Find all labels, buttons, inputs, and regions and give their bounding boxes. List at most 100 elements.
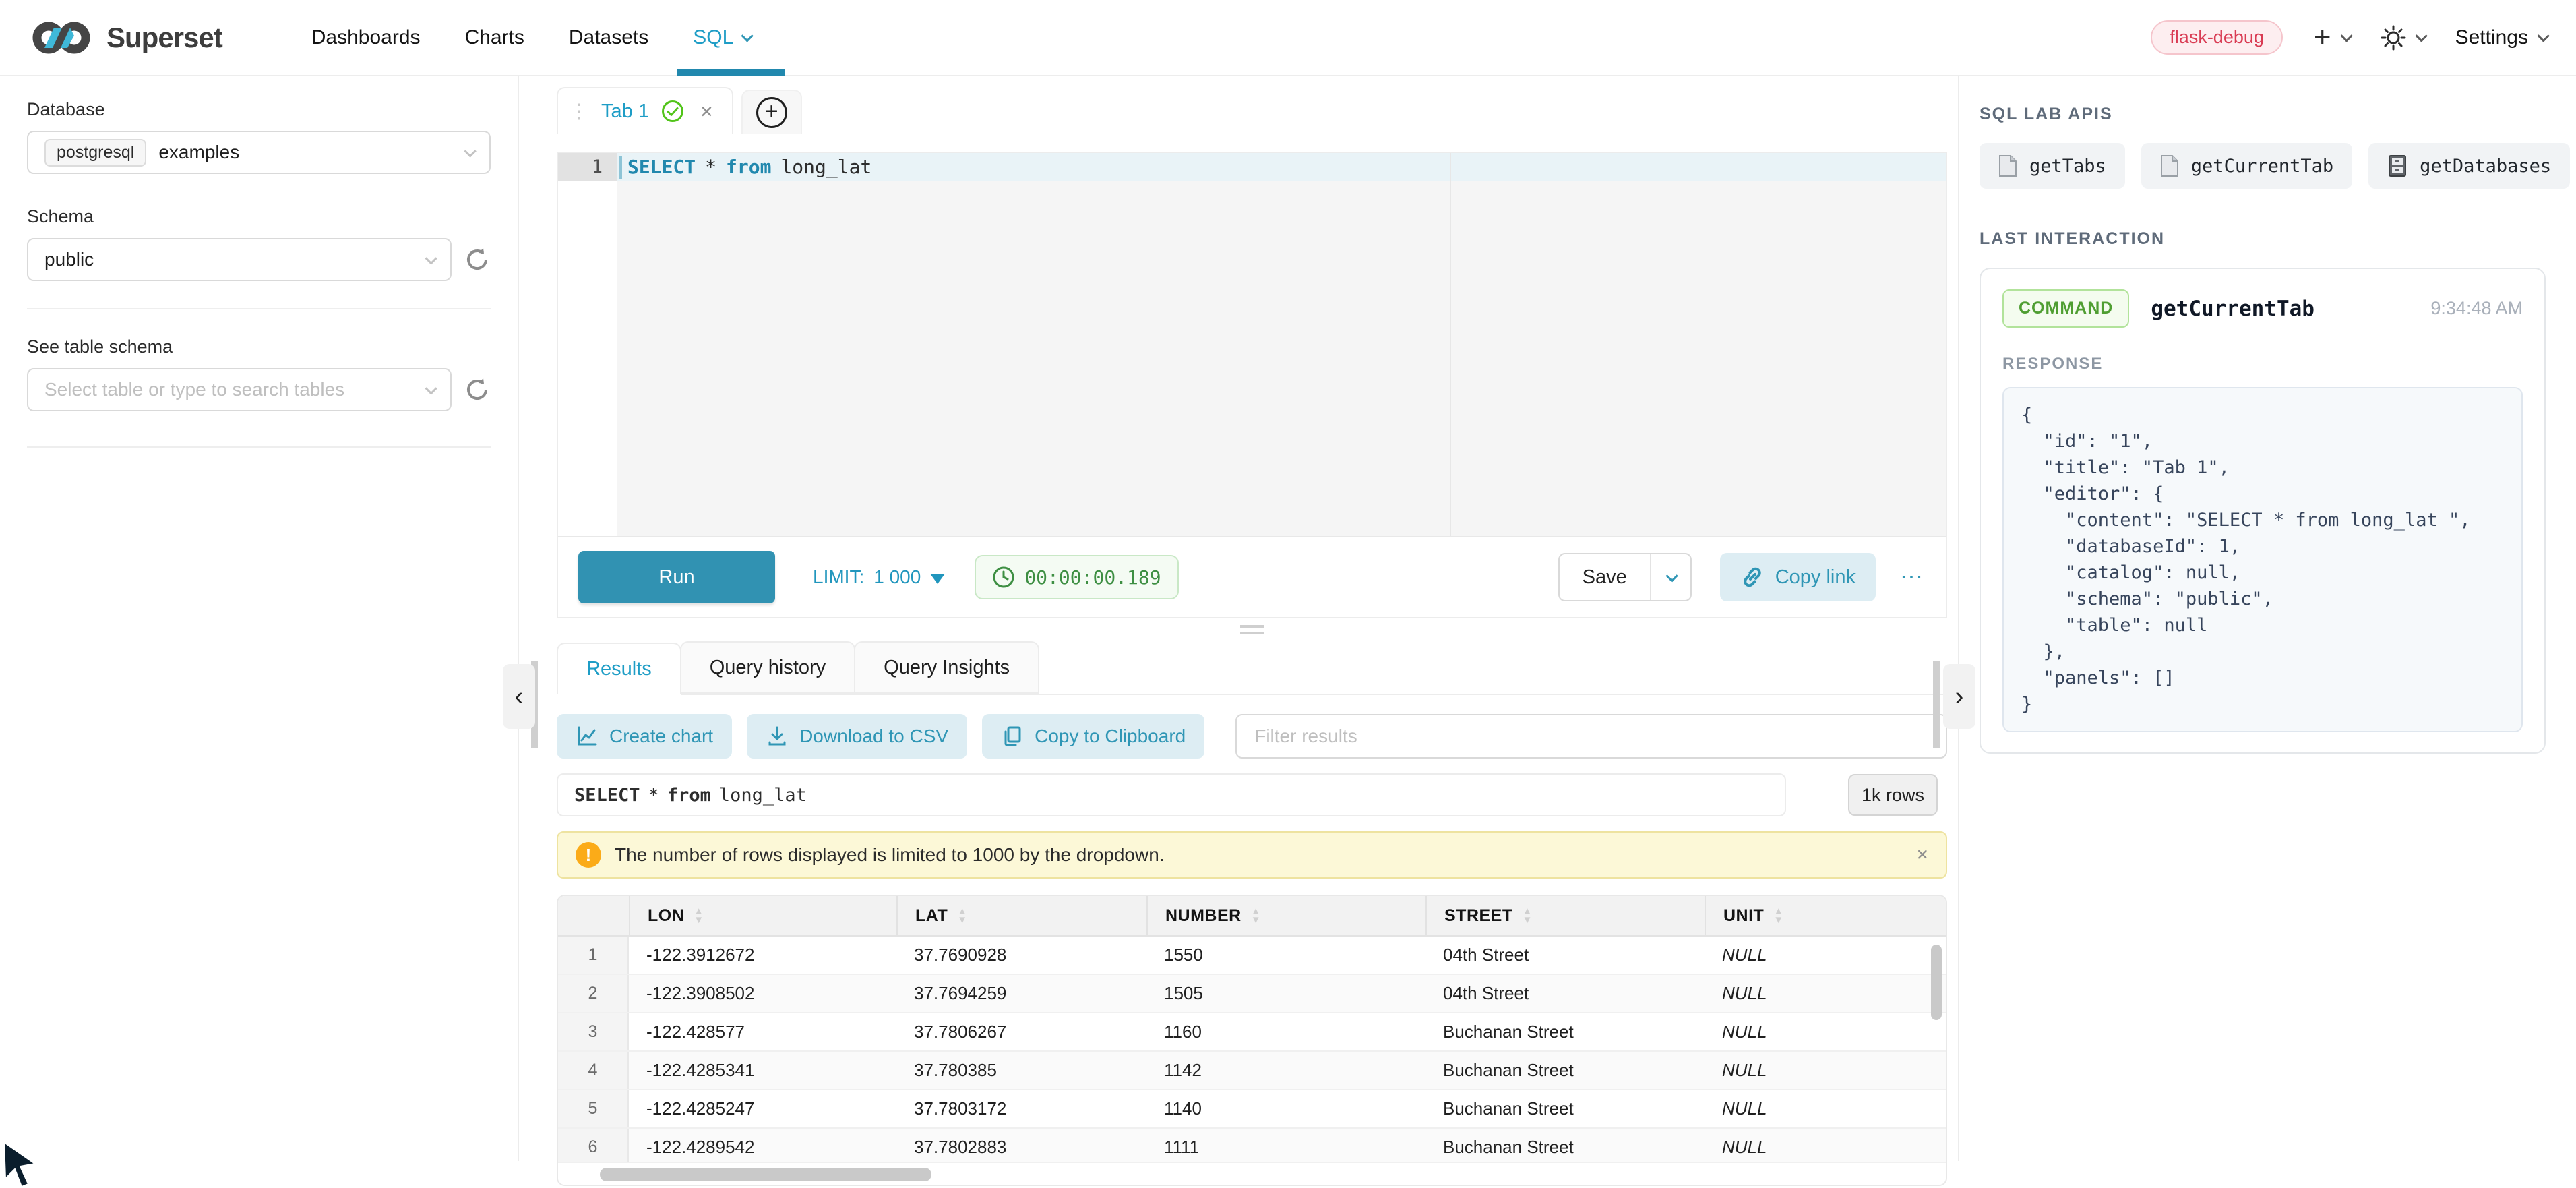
tab-query-insights[interactable]: Query Insights — [854, 641, 1039, 694]
new-item-button[interactable]: + — [2314, 24, 2350, 51]
sort-icon[interactable]: ▲▼ — [1251, 907, 1261, 924]
infinity-logo-icon — [30, 18, 94, 57]
tab-results[interactable]: Results — [557, 643, 681, 695]
download-csv-button[interactable]: Download to CSV — [747, 714, 967, 759]
run-query-button[interactable]: Run — [578, 551, 775, 603]
limit-label: LIMIT: — [813, 566, 864, 588]
gettabs-button[interactable]: getTabs — [1980, 143, 2125, 189]
command-name: getCurrentTab — [2151, 297, 2314, 321]
getdatabases-button[interactable]: getDatabases — [2368, 143, 2570, 189]
cell-unit: NULL — [1705, 975, 1946, 1012]
column-header-lat[interactable]: LAT ▲▼ — [896, 896, 1146, 935]
cell-street: 04th Street — [1425, 937, 1705, 974]
superset-logo[interactable]: Superset — [30, 18, 222, 57]
close-tab-icon[interactable]: × — [700, 99, 713, 124]
close-warning-icon[interactable]: × — [1916, 843, 1928, 866]
theme-toggle-button[interactable] — [2381, 25, 2424, 51]
editor-code-area[interactable]: SELECT * from long_lat — [617, 153, 1946, 536]
table-row[interactable]: 1 -122.3912672 37.7690928 1550 04th Stre… — [558, 937, 1946, 975]
sidebar-divider — [27, 308, 491, 309]
tab-query-history[interactable]: Query history — [680, 641, 855, 694]
database-select[interactable]: postgresql examples — [27, 131, 491, 174]
nav-sql[interactable]: SQL — [693, 0, 750, 76]
column-header-street[interactable]: STREET ▲▼ — [1425, 896, 1705, 935]
database-value: examples — [158, 142, 464, 163]
getcurrenttab-button[interactable]: getCurrentTab — [2141, 143, 2352, 189]
table-horizontal-scrollbar[interactable] — [558, 1162, 1946, 1185]
expand-panel-button[interactable]: › — [1943, 664, 1975, 729]
schema-value: public — [44, 249, 425, 270]
cell-lon: -122.4289542 — [629, 1129, 896, 1166]
sql-keyword: from — [726, 153, 771, 181]
column-header-lon[interactable]: LON ▲▼ — [629, 896, 896, 935]
plus-icon: + — [2314, 24, 2331, 51]
row-number: 4 — [558, 1052, 629, 1089]
column-label: LAT — [915, 906, 948, 926]
editor-tab-1[interactable]: ⋮ Tab 1 × — [557, 87, 733, 134]
chevron-down-icon — [2415, 30, 2427, 42]
sql-lab-api-panel: SQL LAB APIS getTabs getCurrentTab — [1958, 76, 2576, 1161]
row-number: 2 — [558, 975, 629, 1012]
clock-icon — [992, 566, 1015, 589]
filter-results-input[interactable] — [1235, 714, 1947, 759]
nav-dashboards[interactable]: Dashboards — [311, 26, 421, 49]
pane-scrollbar[interactable] — [1933, 661, 1940, 748]
cell-lon: -122.3908502 — [629, 975, 896, 1012]
schema-select[interactable]: public — [27, 238, 452, 281]
more-options-icon[interactable]: ⋯ — [1900, 564, 1926, 591]
save-dropdown-toggle[interactable] — [1650, 554, 1690, 600]
sqllab-left-sidebar: Database postgresql examples Schema publ… — [0, 76, 519, 1161]
editor-toolbar: Run LIMIT: 1 000 00:00:00.189 Save — [558, 537, 1946, 617]
scrollbar-thumb[interactable] — [600, 1168, 931, 1181]
sort-icon[interactable]: ▲▼ — [1523, 907, 1533, 924]
column-header-unit[interactable]: UNIT ▲▼ — [1705, 896, 1946, 935]
save-query-button[interactable]: Save — [1558, 553, 1692, 601]
table-row[interactable]: 2 -122.3908502 37.7694259 1505 04th Stre… — [558, 975, 1946, 1013]
cell-number: 1550 — [1146, 937, 1425, 974]
drag-handle-icon[interactable]: ⋮ — [569, 100, 589, 123]
table-row[interactable]: 4 -122.4285341 37.780385 1142 Buchanan S… — [558, 1052, 1946, 1090]
cell-lat: 37.780385 — [896, 1052, 1146, 1089]
new-tab-button[interactable]: + — [741, 90, 802, 134]
link-icon — [1740, 565, 1765, 589]
cell-lat: 37.7803172 — [896, 1090, 1146, 1127]
response-json: { "id": "1", "title": "Tab 1", "editor":… — [2002, 387, 2523, 732]
sql-editor-panel: ⋮ Tab 1 × + 1 — [519, 76, 1958, 1161]
corner-cell — [558, 896, 629, 935]
settings-menu[interactable]: Settings — [2455, 26, 2546, 49]
collapse-sidebar-button[interactable]: ‹ — [503, 664, 535, 729]
table-select[interactable]: Select table or type to search tables — [27, 368, 452, 411]
create-chart-button[interactable]: Create chart — [557, 714, 732, 759]
timer-value: 00:00:00.189 — [1024, 566, 1161, 589]
results-tabbar: Results Query history Query Insights — [557, 641, 1947, 695]
limit-dropdown[interactable]: LIMIT: 1 000 — [813, 566, 945, 588]
pane-resize-handle[interactable] — [557, 618, 1947, 641]
table-row[interactable]: 5 -122.4285247 37.7803172 1140 Buchanan … — [558, 1090, 1946, 1129]
copy-link-button[interactable]: Copy link — [1720, 553, 1876, 601]
cell-unit: NULL — [1705, 1052, 1946, 1089]
sql-keyword: SELECT — [574, 785, 640, 806]
sort-icon[interactable]: ▲▼ — [957, 907, 967, 924]
query-timer: 00:00:00.189 — [975, 555, 1178, 599]
sort-icon[interactable]: ▲▼ — [1773, 907, 1783, 924]
editor-tab-title: Tab 1 — [601, 100, 649, 123]
sort-icon[interactable]: ▲▼ — [694, 907, 704, 924]
table-vertical-scrollbar[interactable] — [1931, 945, 1942, 1020]
refresh-schema-icon[interactable] — [464, 246, 491, 273]
cell-lat: 37.7806267 — [896, 1013, 1146, 1050]
nav-datasets[interactable]: Datasets — [569, 26, 648, 49]
environment-badge: flask-debug — [2151, 20, 2283, 55]
api-button-label: getDatabases — [2420, 156, 2551, 177]
column-header-number[interactable]: NUMBER ▲▼ — [1146, 896, 1425, 935]
row-number: 3 — [558, 1013, 629, 1050]
download-icon — [766, 725, 789, 748]
cell-unit: NULL — [1705, 937, 1946, 974]
nav-charts[interactable]: Charts — [465, 26, 524, 49]
copy-clipboard-label: Copy to Clipboard — [1035, 725, 1186, 747]
table-row[interactable]: 3 -122.428577 37.7806267 1160 Buchanan S… — [558, 1013, 1946, 1052]
cell-number: 1140 — [1146, 1090, 1425, 1127]
copy-link-label: Copy link — [1775, 566, 1856, 589]
sql-code-editor[interactable]: 1 SELECT * from long_lat — [558, 153, 1946, 537]
copy-clipboard-button[interactable]: Copy to Clipboard — [982, 714, 1204, 759]
refresh-tables-icon[interactable] — [464, 376, 491, 403]
